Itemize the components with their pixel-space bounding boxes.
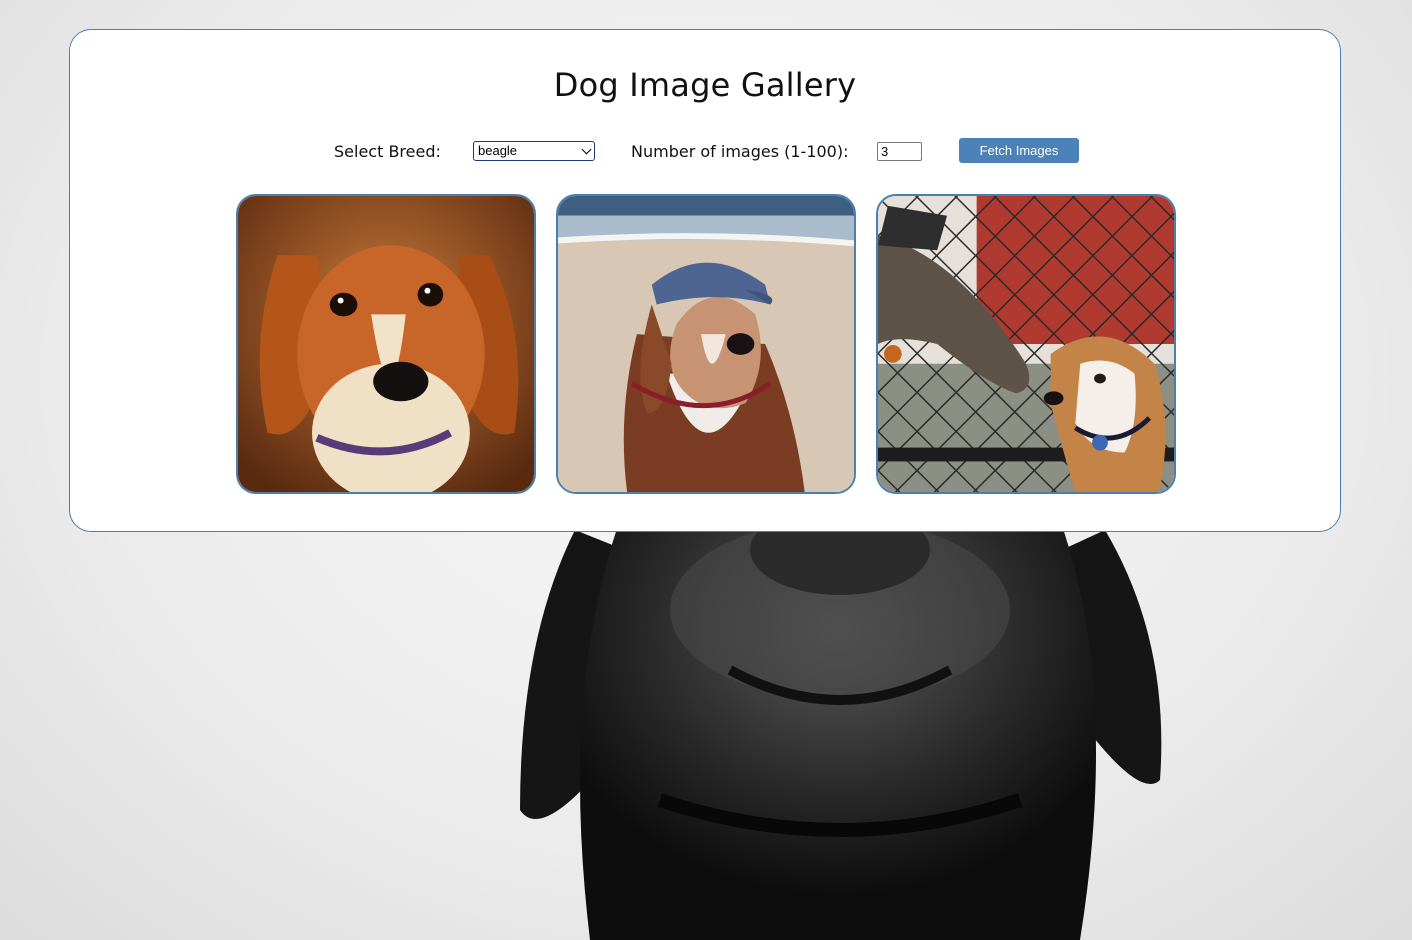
breed-select-value: beagle [478,143,518,158]
breed-select[interactable]: beagle [473,141,595,161]
gallery-image-1[interactable] [236,194,536,494]
fetch-images-button[interactable]: Fetch Images [959,138,1079,163]
breed-label: Select Breed: [334,142,441,161]
image-count-label: Number of images (1-100): [631,142,849,161]
chevron-down-icon [581,144,592,155]
controls-bar: Select Breed: beagle Number of images (1… [70,138,1340,166]
gallery-image-3[interactable] [876,194,1176,494]
gallery-card: Dog Image Gallery Select Breed: beagle N… [69,29,1341,532]
gallery-image-2[interactable] [556,194,856,494]
page-title: Dog Image Gallery [553,66,857,104]
image-count-input[interactable] [877,142,922,161]
